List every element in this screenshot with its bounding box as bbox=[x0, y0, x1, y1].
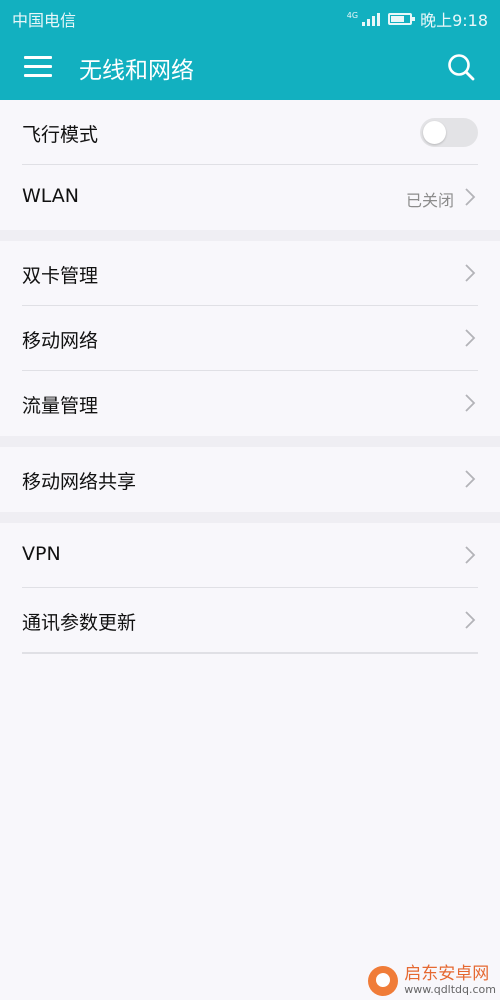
settings-row-label: 移动网络共享 bbox=[22, 471, 137, 493]
settings-row[interactable]: 双卡管理 bbox=[22, 241, 478, 306]
chevron-right-icon bbox=[464, 329, 476, 347]
chevron-right-icon bbox=[464, 264, 476, 282]
clock: 晚上9:18 bbox=[420, 11, 488, 30]
section-divider bbox=[0, 436, 500, 447]
app-bar: 无线和网络 bbox=[0, 34, 500, 100]
settings-row-label: 流量管理 bbox=[22, 395, 99, 417]
settings-list: 飞行模式 WLAN 已关闭双卡管理移动网络流量管理移动网络共享 VPN 通讯参数更新 bbox=[0, 100, 500, 654]
settings-row[interactable]: 移动网络 bbox=[22, 306, 478, 371]
chevron-right-icon bbox=[464, 611, 476, 629]
status-bar: 中国电信 4G 晚上9:18 bbox=[0, 0, 500, 34]
settings-group: 移动网络共享 bbox=[0, 447, 500, 512]
battery-icon bbox=[388, 13, 416, 25]
watermark-name: 启东安卓网 bbox=[404, 964, 490, 985]
settings-row[interactable]: VPN bbox=[22, 523, 478, 588]
settings-row[interactable]: 移动网络共享 bbox=[22, 447, 478, 512]
settings-row-label: 飞行模式 bbox=[22, 124, 99, 146]
settings-row-value: 已关闭 bbox=[405, 191, 454, 210]
chevron-right-icon bbox=[464, 470, 476, 488]
airplane-mode-toggle[interactable] bbox=[420, 118, 478, 147]
toggle-knob bbox=[423, 121, 446, 144]
settings-row-label: 双卡管理 bbox=[22, 265, 99, 287]
chevron-right-icon bbox=[464, 546, 476, 564]
page-title: 无线和网络 bbox=[79, 58, 194, 84]
settings-row-label: 移动网络 bbox=[22, 330, 99, 352]
status-icons: 4G 晚上9:18 bbox=[347, 7, 488, 31]
settings-row[interactable]: 流量管理 bbox=[22, 371, 478, 436]
signal-icon: 4G bbox=[346, 11, 381, 26]
section-divider bbox=[0, 230, 500, 241]
chevron-right-icon bbox=[464, 394, 476, 412]
settings-row-label: VPN bbox=[22, 543, 61, 565]
settings-row-label: 通讯参数更新 bbox=[22, 612, 137, 634]
battery-level bbox=[391, 16, 404, 22]
search-icon[interactable] bbox=[446, 52, 476, 82]
watermark-logo-icon bbox=[368, 965, 399, 996]
network-type: 4G bbox=[346, 11, 359, 20]
watermark: 启东安卓网 www.qdltdq.com bbox=[368, 965, 496, 996]
list-end-divider bbox=[22, 653, 478, 654]
settings-row[interactable]: 飞行模式 bbox=[22, 100, 478, 165]
carrier-name: 中国电信 bbox=[12, 11, 77, 30]
settings-row-label: WLAN bbox=[22, 185, 80, 207]
settings-row[interactable]: 通讯参数更新 bbox=[22, 588, 478, 653]
settings-group: 双卡管理移动网络流量管理 bbox=[0, 241, 500, 436]
chevron-right-icon bbox=[464, 188, 476, 206]
settings-row[interactable]: WLAN 已关闭 bbox=[22, 165, 478, 230]
settings-group: VPN 通讯参数更新 bbox=[0, 523, 500, 653]
settings-group: 飞行模式 WLAN 已关闭 bbox=[0, 100, 500, 230]
watermark-url: www.qdltdq.com bbox=[404, 982, 496, 996]
section-divider bbox=[0, 512, 500, 523]
menu-icon[interactable] bbox=[24, 55, 52, 79]
